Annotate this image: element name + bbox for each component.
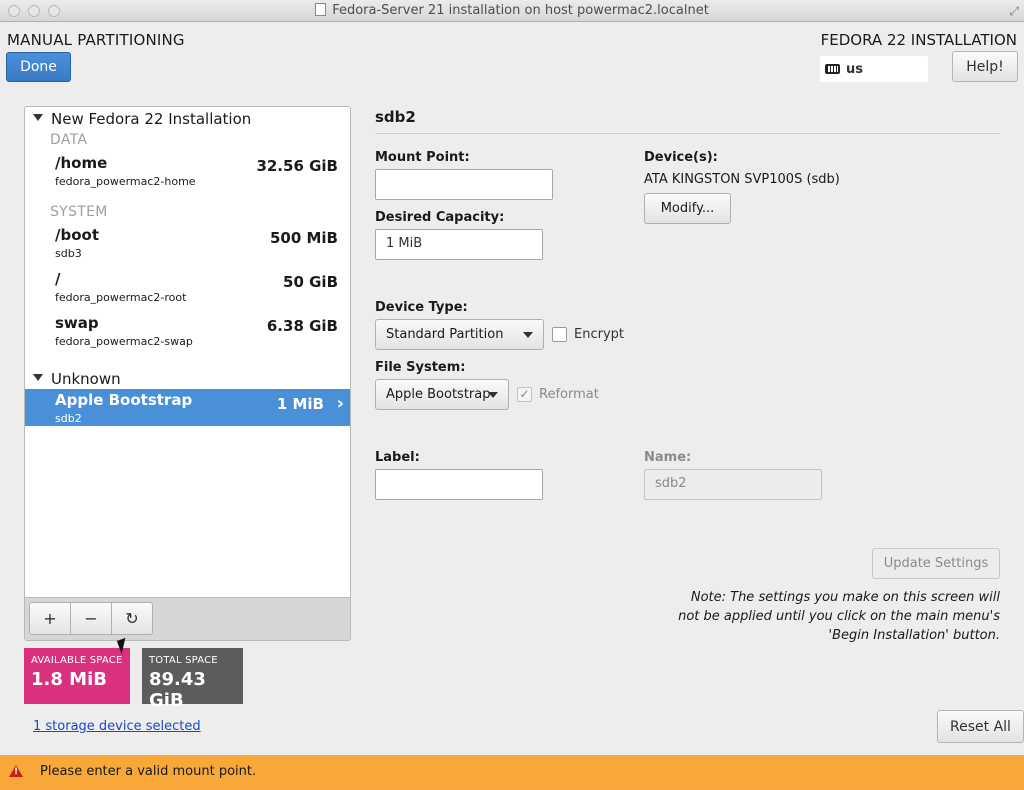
dropdown-arrow-icon: [523, 332, 533, 338]
desired-capacity-label: Desired Capacity:: [375, 210, 505, 225]
total-space-value: 89.43 GiB: [149, 669, 206, 711]
reformat-checkbox[interactable]: ✓: [517, 387, 532, 402]
size-text: 6.38 GiB: [266, 317, 338, 335]
mount-point-text: swap: [55, 314, 99, 332]
size-text: 500 MiB: [269, 229, 338, 247]
expander-down-icon: [33, 114, 43, 121]
settings-note: Note: The settings you make on this scre…: [678, 590, 1000, 643]
label-input[interactable]: [375, 469, 543, 500]
size-text: 50 GiB: [283, 273, 338, 291]
group-label: New Fedora 22 Installation: [51, 110, 252, 128]
encrypt-checkbox[interactable]: [552, 327, 567, 342]
storage-devices-link[interactable]: 1 storage device selected: [33, 719, 201, 734]
help-button[interactable]: Help!: [952, 51, 1018, 82]
group-label: Unknown: [51, 370, 121, 388]
expander-down-icon: [33, 374, 43, 381]
available-space-label: AVAILABLE SPACE: [31, 655, 123, 666]
warning-text: Please enter a valid mount point.: [40, 764, 257, 779]
installer-app: MANUAL PARTITIONING FEDORA 22 INSTALLATI…: [0, 22, 1024, 790]
name-label: Name:: [644, 450, 692, 465]
total-space-box: TOTAL SPACE 89.43 GiB: [142, 648, 243, 711]
available-space-box: AVAILABLE SPACE 1.8 MiB: [24, 648, 130, 704]
window-titlebar: Fedora-Server 21 installation on host po…: [0, 0, 1024, 22]
mount-point-input[interactable]: [375, 169, 553, 200]
group-unknown[interactable]: Unknown: [33, 370, 121, 388]
device-type-label: Device Type:: [375, 300, 468, 315]
devices-label: Device(s):: [644, 150, 718, 165]
name-input[interactable]: sdb2: [644, 469, 822, 500]
device-type-value: Standard Partition: [386, 327, 504, 342]
group-new-installation[interactable]: New Fedora 22 Installation: [33, 110, 251, 128]
partition-row-selected[interactable]: Apple Bootstrap sdb2 1 MiB ›: [25, 389, 350, 426]
device-type-dropdown[interactable]: Standard Partition: [375, 319, 544, 350]
total-space-label: TOTAL SPACE: [149, 655, 218, 666]
add-partition-button[interactable]: +: [29, 602, 71, 635]
done-button[interactable]: Done: [6, 52, 71, 82]
dropdown-arrow-icon: [488, 392, 498, 398]
refresh-button[interactable]: ↻: [111, 602, 153, 635]
file-system-value: Apple Bootstrap: [386, 387, 491, 402]
keyboard-layout-indicator[interactable]: us: [820, 56, 928, 82]
selected-partition-title: sdb2: [375, 108, 416, 126]
page-title: MANUAL PARTITIONING: [7, 31, 185, 49]
device-text: fedora_powermac2-root: [55, 291, 187, 304]
fullscreen-icon[interactable]: ⤢: [1009, 4, 1019, 19]
mount-point-text: /boot: [55, 226, 99, 244]
mount-point-text: /home: [55, 154, 108, 172]
size-text: 32.56 GiB: [256, 157, 338, 175]
warning-bar: ! Please enter a valid mount point.: [0, 755, 1024, 790]
mount-point-text: Apple Bootstrap: [55, 391, 193, 409]
keyboard-layout-text: us: [846, 61, 863, 77]
partition-list-panel: New Fedora 22 Installation DATA /home fe…: [24, 106, 351, 641]
devices-value: ATA KINGSTON SVP100S (sdb): [644, 172, 840, 187]
device-text: sdb2: [55, 412, 82, 425]
desired-capacity-input[interactable]: 1 MiB: [375, 229, 543, 260]
available-space-value: 1.8 MiB: [31, 669, 107, 690]
device-text: sdb3: [55, 247, 82, 260]
window-title-text: Fedora-Server 21 installation on host po…: [332, 3, 709, 18]
device-text: fedora_powermac2-home: [55, 175, 196, 188]
chevron-right-icon: ›: [336, 393, 344, 414]
section-data-label: DATA: [50, 132, 88, 148]
file-system-label: File System:: [375, 360, 466, 375]
size-text: 1 MiB: [276, 395, 324, 413]
modify-button[interactable]: Modify...: [644, 193, 731, 224]
encrypt-label: Encrypt: [574, 327, 624, 342]
document-icon: [315, 3, 327, 16]
file-system-dropdown[interactable]: Apple Bootstrap: [375, 379, 509, 410]
partition-toolbar: + − ↻: [25, 597, 350, 640]
update-settings-button[interactable]: Update Settings: [872, 548, 1000, 579]
device-text: fedora_powermac2-swap: [55, 335, 193, 348]
reformat-label: Reformat: [539, 387, 599, 402]
label-label: Label:: [375, 450, 420, 465]
divider: [375, 133, 1000, 134]
product-title: FEDORA 22 INSTALLATION: [820, 31, 1017, 49]
warning-icon: !: [9, 765, 23, 777]
section-system-label: SYSTEM: [50, 204, 108, 220]
window-title: Fedora-Server 21 installation on host po…: [0, 3, 1024, 18]
mount-point-label: Mount Point:: [375, 150, 470, 165]
remove-partition-button[interactable]: −: [70, 602, 112, 635]
reset-all-button[interactable]: Reset All: [937, 710, 1024, 743]
keyboard-icon: [825, 64, 840, 74]
mount-point-text: /: [55, 270, 61, 288]
